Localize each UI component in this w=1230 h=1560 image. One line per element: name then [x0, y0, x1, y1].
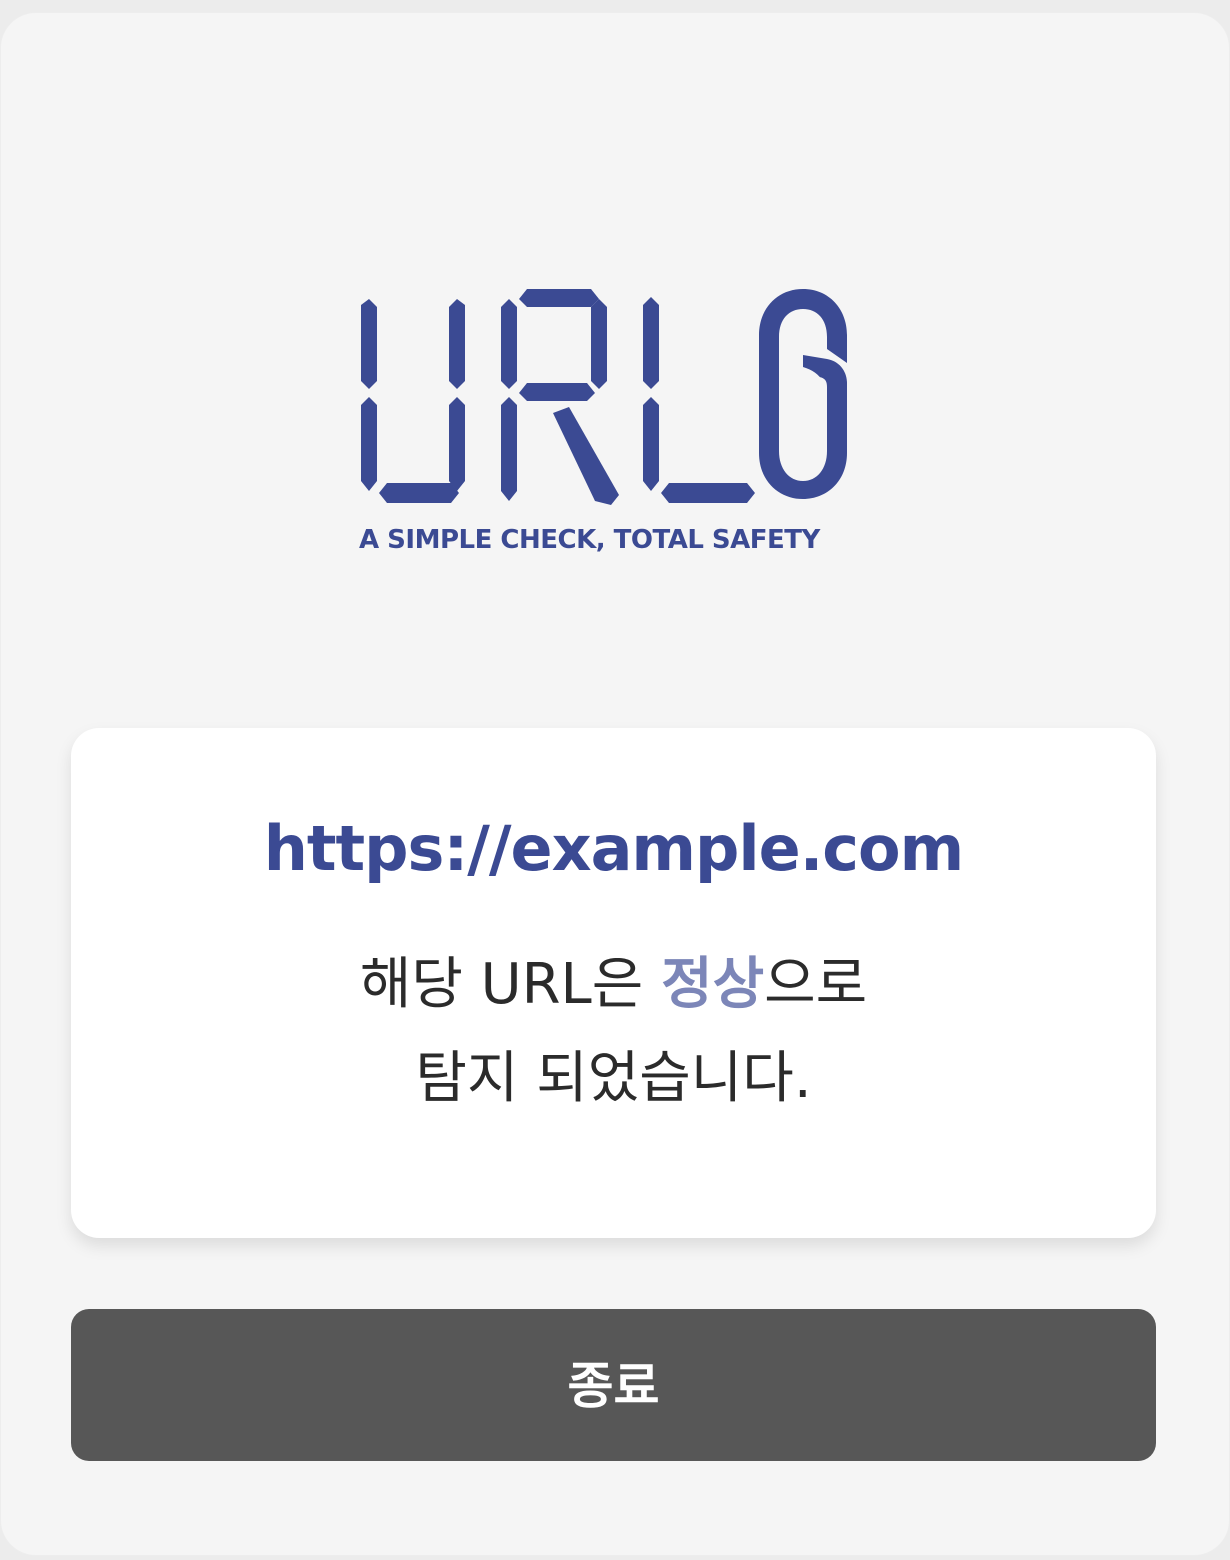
message-suffix: 으로 [764, 952, 868, 1017]
close-button[interactable]: 종료 [71, 1309, 1156, 1461]
brand-tagline: A SIMPLE CHECK, TOTAL SAFETY [359, 525, 820, 555]
urls-logo [361, 289, 847, 505]
checked-url: https://example.com [263, 812, 964, 885]
result-card: https://example.com 해당 URL은 정상으로 탐지 되었습니… [71, 728, 1156, 1238]
app-panel: A SIMPLE CHECK, TOTAL SAFETY https://exa… [0, 12, 1230, 1556]
status-word: 정상 [661, 952, 765, 1017]
message-prefix: 해당 URL은 [359, 952, 662, 1017]
result-message: 해당 URL은 정상으로 탐지 되었습니다. [71, 938, 1156, 1126]
message-line-2: 탐지 되었습니다. [415, 1046, 812, 1111]
